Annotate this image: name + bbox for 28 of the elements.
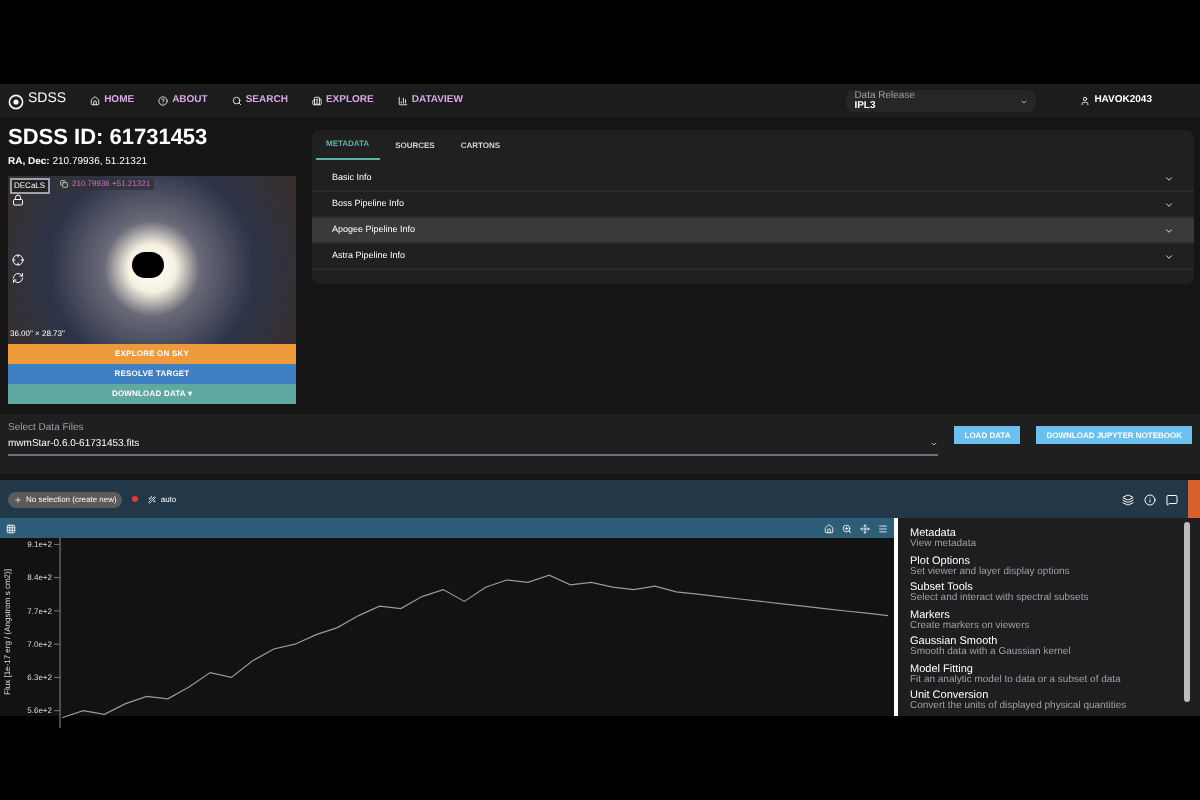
message-icon[interactable] — [1166, 493, 1178, 505]
nav-icon — [231, 96, 242, 106]
logo-icon — [8, 93, 24, 109]
menu-icon[interactable] — [6, 523, 16, 533]
lock-icon[interactable] — [12, 193, 24, 205]
target-title: SDSS ID: 61731453 — [8, 126, 210, 152]
refresh-icon[interactable] — [12, 271, 24, 283]
chevron-icon — [1164, 251, 1174, 261]
chevron-icon — [1164, 173, 1174, 183]
user-icon — [1080, 96, 1091, 106]
plus-icon — [14, 495, 22, 503]
chevron-icon — [1164, 199, 1174, 209]
info-icon[interactable] — [1144, 493, 1156, 505]
dark-spot — [132, 251, 164, 277]
scrollbar[interactable] — [1174, 518, 1200, 716]
nav-icon — [397, 96, 408, 106]
nav-icon — [158, 96, 169, 106]
copy-icon[interactable] — [60, 179, 68, 187]
wand-icon — [148, 495, 157, 503]
pan-icon[interactable] — [860, 523, 870, 533]
nav-icon — [90, 96, 101, 106]
crosshair-icon[interactable] — [12, 253, 24, 265]
menu-icon[interactable] — [878, 523, 888, 533]
nav-icon — [311, 96, 322, 106]
zoom-icon[interactable] — [842, 523, 852, 533]
chevron-icon — [1164, 225, 1174, 235]
home-icon[interactable] — [824, 523, 834, 533]
layers-icon[interactable] — [1122, 493, 1134, 505]
